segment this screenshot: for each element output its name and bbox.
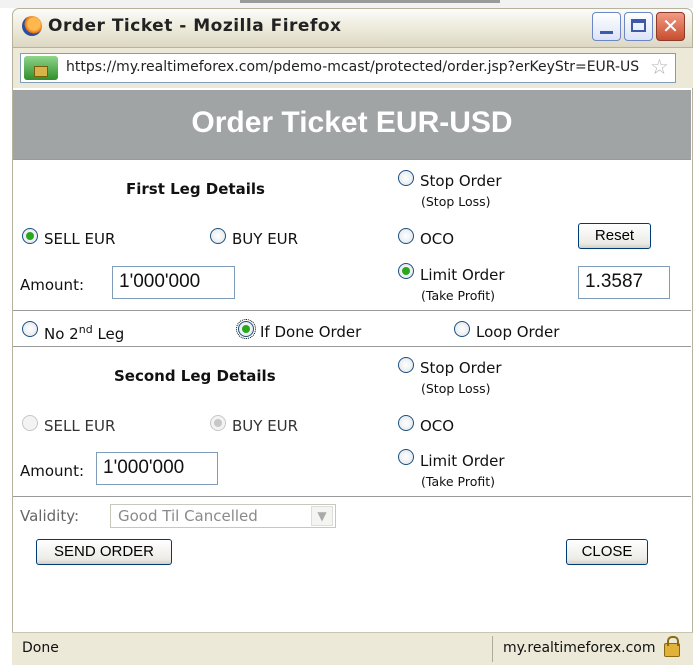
second-leg-stop-order-radio[interactable] [398,357,414,373]
first-leg-sell-radio[interactable] [22,228,38,244]
no-second-leg-superscript: nd [78,323,93,336]
second-leg-amount-label: Amount: [20,462,84,480]
second-leg-oco-label: OCO [420,417,455,435]
second-leg-buy-label: BUY EUR [232,417,299,435]
first-leg-stop-order-label: Stop Order [420,172,502,190]
no-second-leg-label: No 2nd Leg [44,323,124,343]
second-leg-sell-radio[interactable] [22,415,38,431]
first-leg-oco-label: OCO [420,230,455,248]
if-done-order-radio[interactable] [236,319,256,339]
second-leg-sell-label: SELL EUR [44,417,116,435]
divider [13,496,691,497]
status-separator [492,636,493,662]
first-leg-buy-radio[interactable] [210,228,226,244]
loop-order-label: Loop Order [476,323,560,341]
chevron-down-icon[interactable]: ▼ [311,506,333,526]
divider [13,310,691,311]
maximize-button[interactable] [624,12,653,41]
first-leg-amount-input[interactable]: 1'000'000 [112,266,235,299]
send-order-button[interactable]: SEND ORDER [36,539,172,565]
first-leg-stop-order-radio[interactable] [398,170,414,186]
first-leg-buy-label: BUY EUR [232,230,299,248]
second-leg-limit-order-sublabel: (Take Profit) [421,474,496,489]
divider [13,346,691,347]
background-strip [0,0,693,8]
status-domain: my.realtimeforex.com [503,640,656,656]
second-leg-oco-radio[interactable] [398,415,414,431]
window-title: Order Ticket - Mozilla Firefox [48,16,342,36]
page-title: Order Ticket EUR-USD [191,106,513,139]
if-done-order-label: If Done Order [260,323,362,341]
minimize-icon [600,31,613,34]
background-bar [240,0,500,3]
first-leg-heading: First Leg Details [126,180,265,198]
second-leg-stop-order-sublabel: (Stop Loss) [421,381,491,396]
first-leg-oco-radio[interactable] [398,228,414,244]
second-leg-heading: Second Leg Details [114,367,276,385]
padlock-icon[interactable] [664,636,680,657]
second-leg-amount-input[interactable]: 1'000'000 [96,452,218,485]
second-leg-limit-order-label: Limit Order [420,452,505,470]
first-leg-limit-order-label: Limit Order [420,266,505,284]
no-second-leg-prefix: No 2 [44,325,79,343]
second-leg-stop-order-label: Stop Order [420,359,502,377]
reset-button[interactable]: Reset [578,223,651,249]
first-leg-stop-order-sublabel: (Stop Loss) [421,194,491,209]
second-leg-buy-radio[interactable] [210,415,226,431]
site-identity-lock-icon[interactable] [24,56,58,80]
firefox-logo-icon [22,16,42,36]
url-text[interactable]: https://my.realtimeforex.com/pdemo-mcast… [66,59,644,75]
first-leg-limit-order-radio[interactable] [398,263,414,279]
first-leg-amount-label: Amount: [20,276,84,294]
first-leg-limit-order-sublabel: (Take Profit) [421,288,496,303]
bookmark-star-icon[interactable]: ☆ [650,55,669,79]
divider [13,159,691,160]
maximize-icon [631,19,646,32]
second-leg-limit-order-radio[interactable] [398,449,414,465]
close-window-button[interactable]: ✕ [656,12,685,41]
no-second-leg-suffix: Leg [92,325,125,343]
no-second-leg-radio[interactable] [22,321,38,337]
minimize-button[interactable] [592,12,621,41]
validity-select-value: Good Til Cancelled [118,507,258,525]
close-icon: ✕ [662,14,679,38]
close-button[interactable]: CLOSE [566,539,648,565]
status-text: Done [22,640,59,656]
limit-price-input[interactable]: 1.3587 [578,266,670,299]
validity-label: Validity: [20,507,80,525]
loop-order-radio[interactable] [454,321,470,337]
first-leg-sell-label: SELL EUR [44,230,116,248]
